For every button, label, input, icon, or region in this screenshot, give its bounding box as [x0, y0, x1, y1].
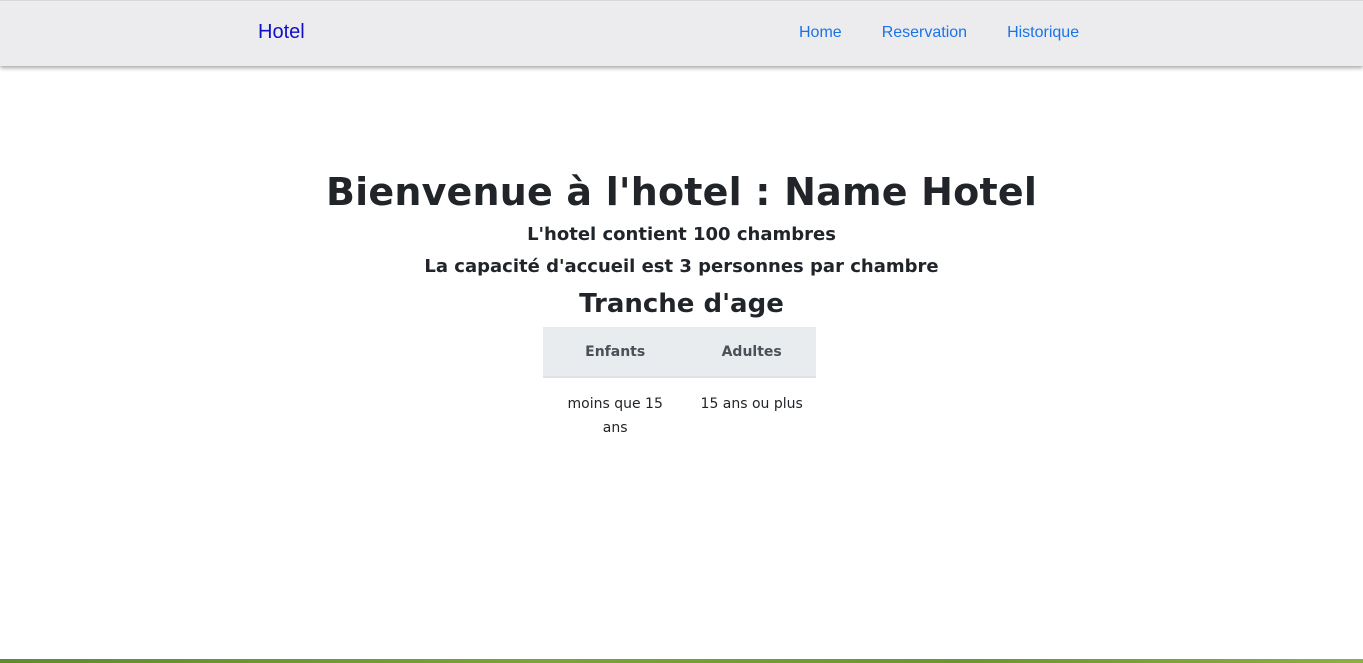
taskbar-edge: [0, 659, 1363, 663]
navbar: Hotel Home Reservation Historique: [0, 0, 1363, 66]
nav-link-historique[interactable]: Historique: [1007, 24, 1079, 42]
table-row: moins que 15 ans 15 ans ou plus: [543, 377, 816, 454]
table-header-row: Enfants Adultes: [543, 327, 816, 378]
age-range-table: Enfants Adultes moins que 15 ans 15 ans …: [543, 327, 816, 454]
age-range-title: Tranche d'age: [579, 289, 784, 319]
cell-enfants: moins que 15 ans: [567, 396, 663, 436]
page-title: Bienvenue à l'hotel : Name Hotel: [325, 170, 1038, 214]
nav-links: Home Reservation Historique: [799, 24, 1119, 42]
rooms-info: L'hotel contient 100 chambres: [527, 224, 836, 245]
header-enfants: Enfants: [543, 327, 688, 378]
cell-adultes: 15 ans ou plus: [700, 396, 803, 412]
nav-link-home[interactable]: Home: [799, 24, 842, 42]
capacity-info: La capacité d'accueil est 3 personnes pa…: [424, 256, 939, 277]
nav-link-reservation[interactable]: Reservation: [882, 24, 967, 42]
brand-link[interactable]: Hotel: [258, 21, 305, 44]
header-adultes: Adultes: [687, 327, 816, 378]
